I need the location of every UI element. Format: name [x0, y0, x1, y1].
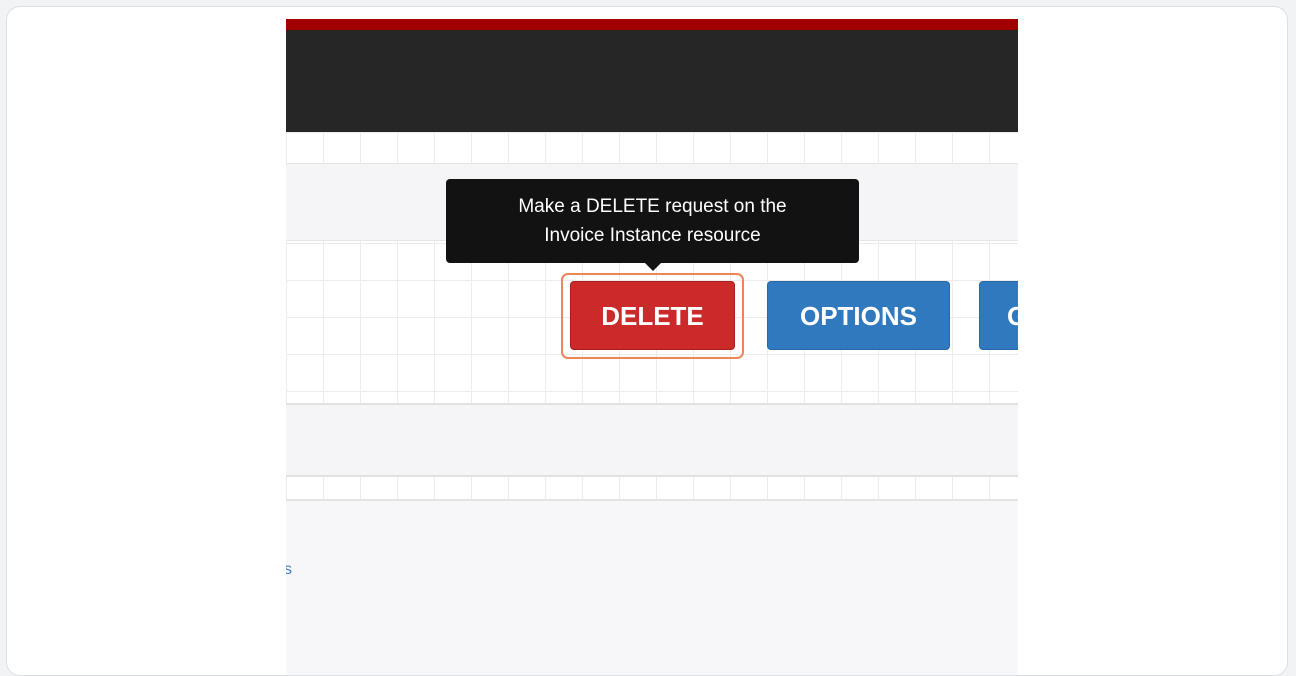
response-panel — [286, 499, 1018, 675]
tooltip-arrow — [644, 262, 662, 271]
partial-link-text[interactable]: s — [286, 561, 292, 579]
top-accent-bar — [286, 19, 1018, 30]
divider-band — [286, 403, 1018, 477]
get-button-partial[interactable]: G — [979, 281, 1018, 350]
tooltip-line-2: Invoice Instance resource — [544, 225, 761, 246]
browser-viewport: s Make a DELETE request on the Invoice I… — [286, 19, 1018, 675]
options-button[interactable]: OPTIONS — [767, 281, 950, 350]
delete-button[interactable]: DELETE — [570, 281, 735, 350]
screenshot-frame: s Make a DELETE request on the Invoice I… — [6, 6, 1288, 676]
delete-tooltip: Make a DELETE request on the Invoice Ins… — [446, 179, 859, 271]
navbar — [286, 30, 1018, 132]
tooltip-line-1: Make a DELETE request on the — [518, 196, 787, 217]
